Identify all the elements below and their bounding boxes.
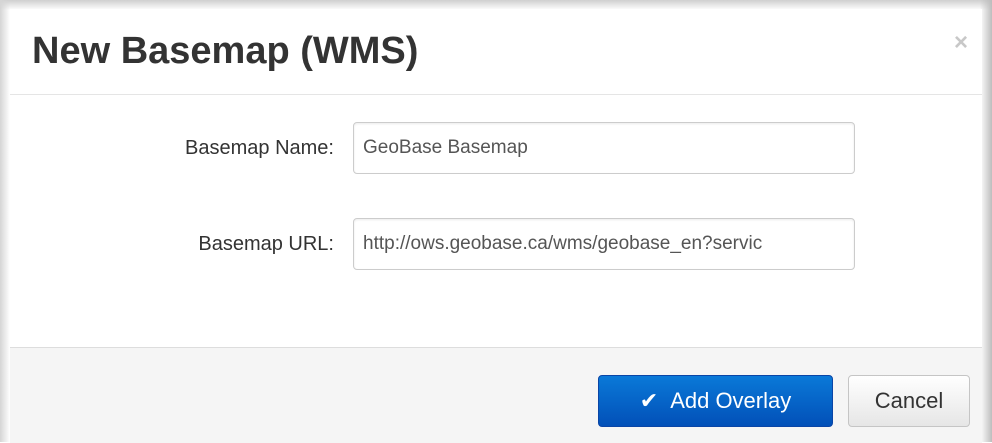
modal-header: New Basemap (WMS) × <box>10 9 982 95</box>
basemap-name-row: Basemap Name: <box>10 122 982 176</box>
basemap-name-label: Basemap Name: <box>185 137 334 159</box>
modal-title: New Basemap (WMS) <box>32 30 419 72</box>
modal-body: Basemap Name: Basemap URL: <box>10 95 982 347</box>
basemap-url-input[interactable] <box>353 218 855 270</box>
basemap-name-input[interactable] <box>353 122 855 174</box>
close-icon[interactable]: × <box>954 31 968 55</box>
add-overlay-button[interactable]: ✔ Add Overlay <box>598 375 833 427</box>
modal-footer: ✔ Add Overlay Cancel <box>10 347 982 443</box>
cancel-button[interactable]: Cancel <box>848 375 970 427</box>
new-basemap-modal: New Basemap (WMS) × Basemap Name: Basema… <box>10 9 982 443</box>
add-overlay-label: Add Overlay <box>670 388 792 413</box>
screenshot-frame: New Basemap (WMS) × Basemap Name: Basema… <box>0 0 992 443</box>
basemap-url-label: Basemap URL: <box>198 233 334 255</box>
basemap-url-row: Basemap URL: <box>10 218 982 272</box>
check-icon: ✔ <box>639 388 659 413</box>
shadow-left <box>0 0 10 442</box>
